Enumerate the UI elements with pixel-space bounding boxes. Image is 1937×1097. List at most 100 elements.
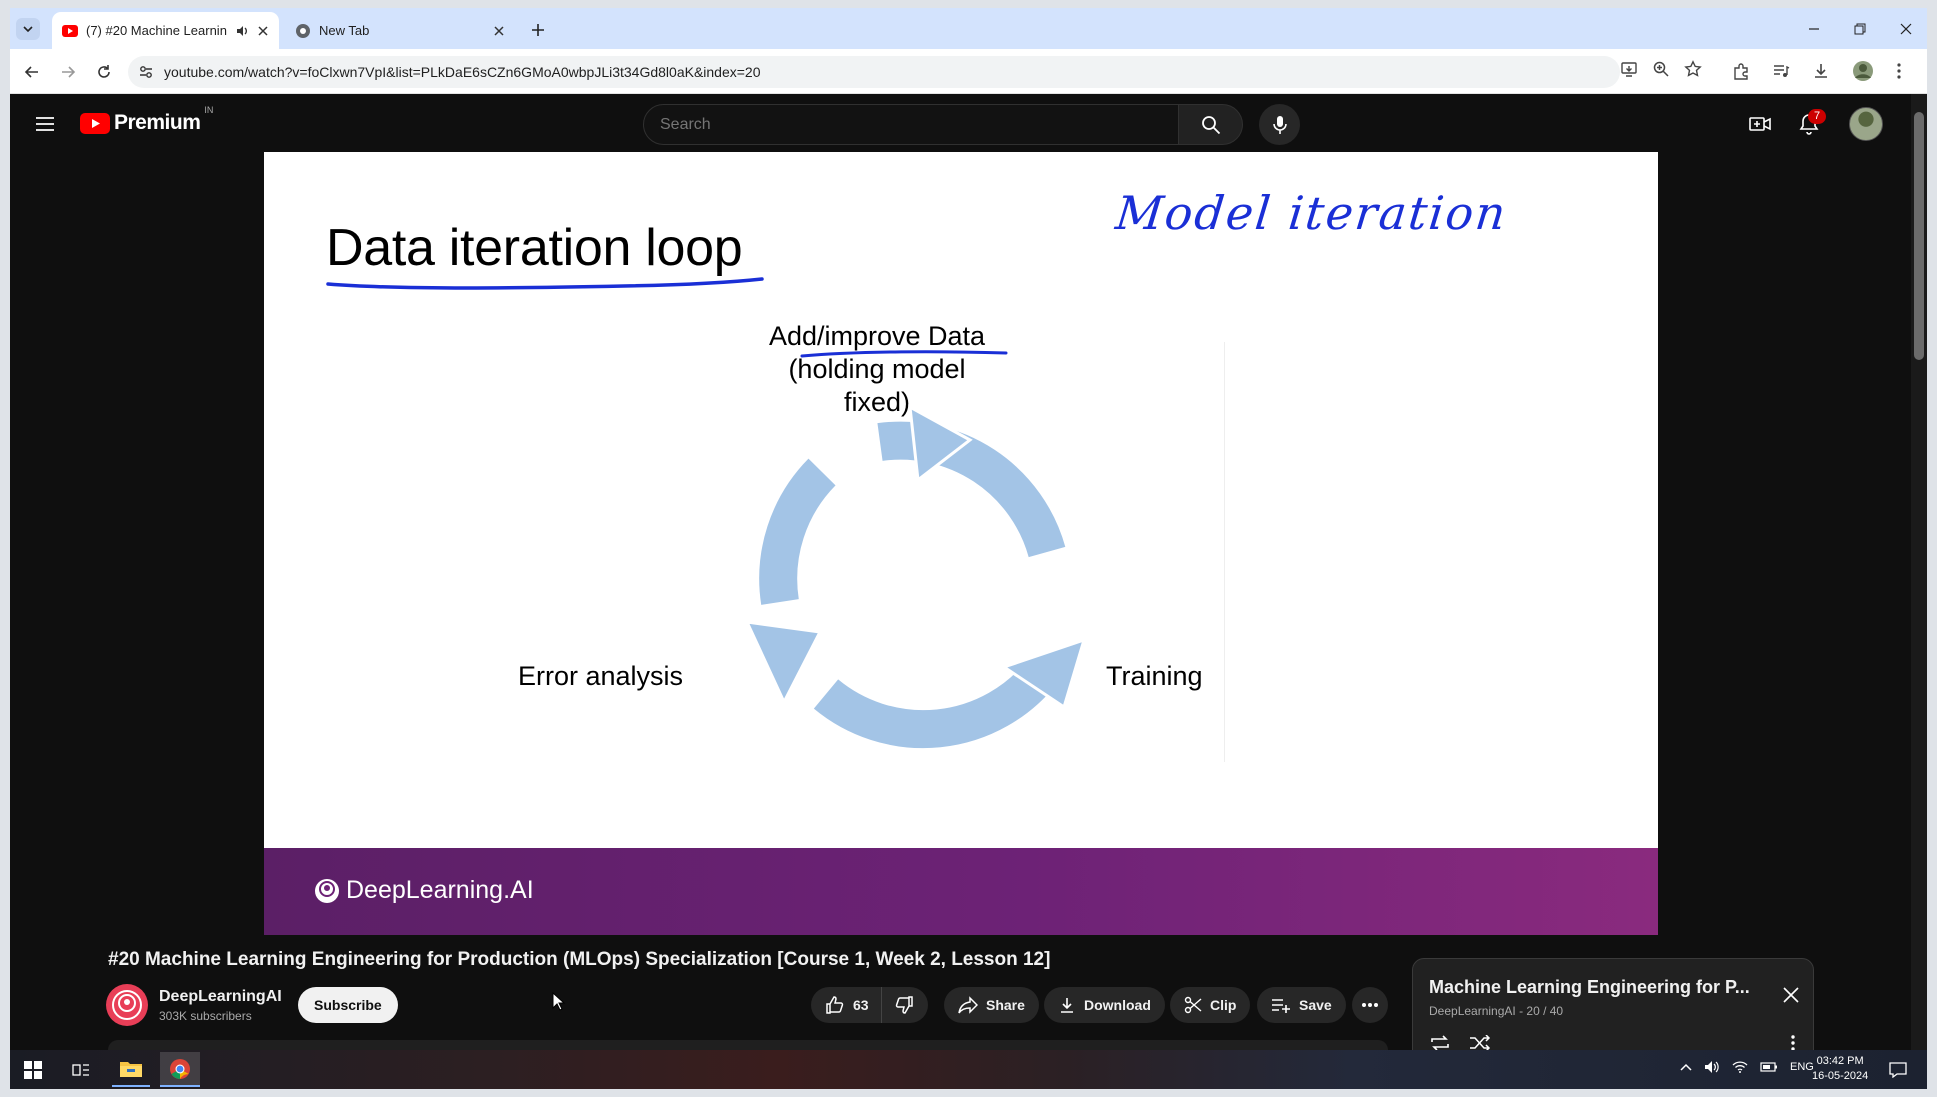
minimize-icon (1809, 28, 1819, 30)
close-window-button[interactable] (1892, 17, 1920, 41)
save-button[interactable]: Save (1257, 987, 1346, 1023)
like-count: 63 (853, 997, 869, 1013)
guide-menu-button[interactable] (30, 110, 60, 138)
youtube-logo-icon (80, 112, 110, 134)
channel-logo-icon (112, 990, 142, 1020)
hamburger-menu-icon (36, 117, 54, 131)
subscriber-count: 303K subscribers (159, 1009, 252, 1023)
clock[interactable]: 03:42 PM 16-05-2024 (1812, 1054, 1868, 1084)
chevron-down-icon (23, 26, 33, 33)
plus-icon (532, 24, 544, 36)
clock-date: 16-05-2024 (1812, 1070, 1869, 1082)
like-button[interactable]: 63 (811, 987, 882, 1023)
tab-youtube[interactable]: (7) #20 Machine Learning E (52, 12, 279, 49)
media-control-icon[interactable] (1772, 62, 1790, 80)
tab-search-button[interactable] (16, 18, 40, 40)
cycle-arrow-top (877, 421, 1066, 558)
country-code: IN (204, 105, 214, 115)
zoom-icon[interactable] (1652, 60, 1670, 78)
logo-text: Premium (114, 111, 201, 134)
close-tab-icon[interactable] (493, 25, 505, 37)
mouse-cursor-icon (552, 992, 566, 1011)
volume-icon[interactable] (1704, 1060, 1720, 1074)
taskbar-chrome[interactable] (160, 1052, 200, 1087)
chevron-up-icon[interactable] (1680, 1062, 1692, 1072)
scrollbar-thumb[interactable] (1914, 112, 1924, 360)
playlist-add-icon (1272, 999, 1290, 1013)
share-button[interactable]: Share (944, 987, 1039, 1023)
extensions-puzzle-icon[interactable] (1732, 62, 1750, 80)
language-indicator[interactable]: ENG (1790, 1061, 1814, 1073)
handwritten-note: Model iteration (1113, 186, 1510, 240)
playlist-panel: Machine Learning Engineering for P... De… (1412, 958, 1814, 1058)
youtube-favicon-icon (62, 24, 78, 37)
task-view-icon (72, 1064, 89, 1076)
reload-button[interactable] (92, 60, 116, 84)
create-button[interactable] (1745, 110, 1775, 138)
subscribe-button[interactable]: Subscribe (298, 987, 398, 1023)
windows-taskbar (10, 1050, 1927, 1089)
speaker-icon[interactable] (235, 24, 249, 38)
account-avatar[interactable] (1849, 107, 1883, 141)
battery-icon[interactable] (1760, 1060, 1778, 1074)
search-box[interactable] (643, 104, 1179, 145)
slide-right-label: Training (1106, 661, 1203, 691)
slide-left-label: Error analysis (518, 661, 684, 691)
video-player[interactable]: Data iteration loop Model iteration Add/… (264, 152, 1658, 935)
minimize-button[interactable] (1800, 17, 1828, 41)
task-view-button[interactable] (68, 1057, 94, 1083)
dislike-button[interactable] (882, 987, 928, 1023)
tab-new-tab[interactable]: New Tab (285, 12, 515, 49)
folder-icon (120, 1061, 142, 1077)
save-label: Save (1299, 997, 1332, 1013)
brand-logo: DeepLearning.AI (314, 876, 534, 905)
close-playlist-button[interactable] (1779, 983, 1803, 1007)
download-icon (1061, 998, 1073, 1013)
install-app-icon[interactable] (1620, 60, 1638, 78)
download-icon[interactable] (1812, 62, 1830, 80)
shuffle-icon (1470, 1035, 1491, 1051)
taskbar-file-explorer[interactable] (112, 1052, 150, 1087)
microphone-icon (1272, 115, 1287, 134)
start-button[interactable] (20, 1057, 46, 1083)
profile-avatar[interactable] (1852, 60, 1874, 82)
url-text[interactable]: youtube.com/watch?v=foClxwn7VpI&list=PLk… (164, 64, 761, 80)
cycle-arrow-bottom (813, 659, 1057, 749)
search-input[interactable] (660, 115, 1160, 134)
close-tab-icon[interactable] (257, 25, 269, 37)
back-button[interactable] (20, 60, 44, 84)
thumbs-up-icon (826, 996, 844, 1014)
description-box[interactable] (108, 1040, 1388, 1050)
channel-avatar[interactable] (106, 984, 148, 1026)
screen: { "browser": { "tabs": [ {"title": "(7) … (0, 0, 1937, 1097)
more-actions-button[interactable] (1352, 987, 1388, 1023)
wifi-icon[interactable] (1732, 1060, 1748, 1074)
arrow-left-icon (24, 66, 38, 78)
more-horizontal-icon (1362, 1003, 1378, 1007)
thumbs-down-icon (895, 996, 913, 1014)
bookmark-star-icon[interactable] (1684, 60, 1702, 78)
restore-icon (1854, 23, 1866, 35)
clock-time: 03:42 PM (1816, 1055, 1864, 1067)
search-button[interactable] (1179, 104, 1243, 145)
site-info-icon[interactable] (138, 64, 154, 80)
voice-search-button[interactable] (1259, 104, 1300, 145)
notification-center-icon (1889, 1062, 1907, 1078)
chrome-menu-icon[interactable] (1896, 62, 1902, 80)
restore-button[interactable] (1846, 17, 1874, 41)
download-button[interactable]: Download (1044, 987, 1165, 1023)
address-bar[interactable]: youtube.com/watch?v=foClxwn7VpI&list=PLk… (128, 56, 1620, 88)
forward-button[interactable] (56, 60, 80, 84)
new-tab-button[interactable] (526, 18, 550, 42)
top-label-underline-ink (800, 350, 1008, 358)
clip-button[interactable]: Clip (1170, 987, 1251, 1023)
action-center-button[interactable] (1886, 1058, 1910, 1082)
youtube-logo[interactable]: Premium IN (80, 105, 213, 135)
deeplearning-logo-icon (315, 878, 339, 903)
playlist-title[interactable]: Machine Learning Engineering for P... (1429, 977, 1769, 998)
channel-name[interactable]: DeepLearningAI (159, 988, 282, 1006)
extension-actions (1732, 60, 1902, 82)
channel-info: DeepLearningAI 303K subscribers (159, 988, 282, 1023)
arrow-right-icon (62, 66, 76, 78)
slide-guide-line (1224, 342, 1225, 762)
